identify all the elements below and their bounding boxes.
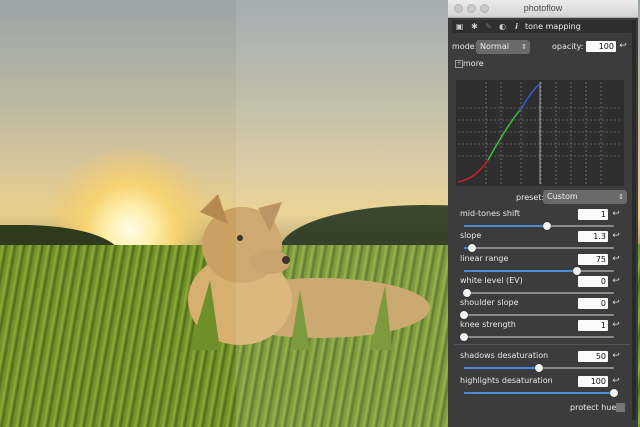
pin-icon[interactable]: ✱ (469, 21, 480, 32)
slider-fill (464, 392, 614, 394)
slider-track[interactable] (460, 333, 614, 341)
preset-select[interactable]: Custom ⇕ (543, 190, 627, 204)
titlebar[interactable]: photoflow (448, 0, 638, 18)
slider-handle[interactable] (460, 333, 468, 341)
reset-icon[interactable]: ↩ (611, 298, 621, 308)
slider-track[interactable] (464, 244, 614, 252)
photoflow-window: photoflow ▣ ✱ ✎ ◐ i tone mapping mode: N… (448, 0, 638, 427)
slider-handle[interactable] (542, 222, 551, 230)
slider-track[interactable] (463, 289, 614, 297)
slider-handle[interactable] (463, 289, 471, 297)
slider-track[interactable] (460, 311, 614, 319)
panel-scrollbar[interactable] (632, 20, 636, 420)
slider-value-field[interactable]: 50 (578, 351, 608, 362)
slider-value-field[interactable]: 1 (578, 320, 608, 331)
reset-icon[interactable]: ↩ (611, 209, 621, 219)
slider-handle[interactable] (460, 311, 468, 319)
slider-track[interactable] (464, 267, 614, 275)
module-toolbar: ▣ ✱ ✎ ◐ i tone mapping (452, 20, 632, 33)
slider-handle[interactable] (467, 244, 476, 252)
slider-track[interactable] (464, 389, 618, 397)
preset-value: Custom (547, 192, 578, 201)
slider-track[interactable] (464, 222, 614, 230)
opacity-reset-icon[interactable]: ↩ (618, 41, 628, 51)
curve-shadows (457, 159, 489, 183)
slider-label: shadows desaturation (460, 351, 549, 360)
section-divider (454, 344, 630, 345)
reset-icon[interactable]: ↩ (611, 276, 621, 286)
expand-icon[interactable]: + (455, 60, 463, 68)
tone-curve-svg (457, 82, 622, 184)
slider-label: highlights desaturation (460, 376, 553, 385)
split-preview-overlay (236, 0, 448, 427)
slider-handle[interactable] (610, 389, 618, 397)
slider-value-field[interactable]: 100 (578, 376, 608, 387)
curve-midtones (487, 109, 521, 161)
opacity-field[interactable]: 100 (586, 41, 616, 52)
curve-highlights (519, 83, 541, 111)
slider-value-field[interactable]: 0 (578, 276, 608, 287)
slider-label: shoulder slope (460, 298, 519, 307)
reset-icon[interactable]: ↩ (611, 254, 621, 264)
mode-select[interactable]: Normal ⇕ (476, 40, 530, 54)
reset-icon[interactable]: ↩ (611, 231, 621, 241)
chevron-updown-icon: ⇕ (521, 43, 527, 51)
mode-value: Normal (480, 42, 509, 51)
slider-label: slope (460, 231, 482, 240)
protect-hues-label: protect hues (570, 403, 621, 412)
window-title: photoflow (523, 3, 563, 13)
preset-label: preset: (516, 193, 545, 202)
reset-icon[interactable]: ↩ (611, 351, 621, 361)
slider-handle[interactable] (535, 364, 543, 372)
tone-curve-graph[interactable] (456, 80, 624, 186)
reset-icon[interactable]: ↩ (611, 376, 621, 386)
module-title: tone mapping (525, 22, 581, 31)
slider-value-field[interactable]: 0 (578, 298, 608, 309)
reset-icon[interactable]: ↩ (611, 320, 621, 330)
opacity-label: opacity: (552, 42, 584, 51)
more-label[interactable]: more (463, 59, 484, 69)
slider-label: knee strength (460, 320, 516, 329)
pencil-icon[interactable]: ✎ (483, 21, 494, 32)
slider-fill (464, 270, 577, 272)
reset-circle-icon[interactable]: ◐ (497, 21, 508, 32)
slider-handle[interactable] (572, 267, 581, 275)
slider-value-field[interactable]: 75 (578, 254, 608, 265)
slider-label: mid-tones shift (460, 209, 520, 218)
chevron-updown-icon: ⇕ (618, 193, 624, 201)
slider-label: white level (EV) (460, 276, 523, 285)
slider-fill (464, 225, 547, 227)
slider-value-field[interactable]: 1 (578, 209, 608, 220)
info-icon[interactable]: i (511, 21, 522, 32)
slider-label: linear range (460, 254, 509, 263)
eye-icon[interactable]: ▣ (454, 21, 465, 32)
mode-label: mode: (452, 42, 478, 51)
protect-hues-checkbox[interactable] (616, 403, 625, 412)
slider-track[interactable] (464, 364, 614, 372)
slider-fill (464, 367, 539, 369)
slider-value-field[interactable]: 1.3 (578, 231, 608, 242)
